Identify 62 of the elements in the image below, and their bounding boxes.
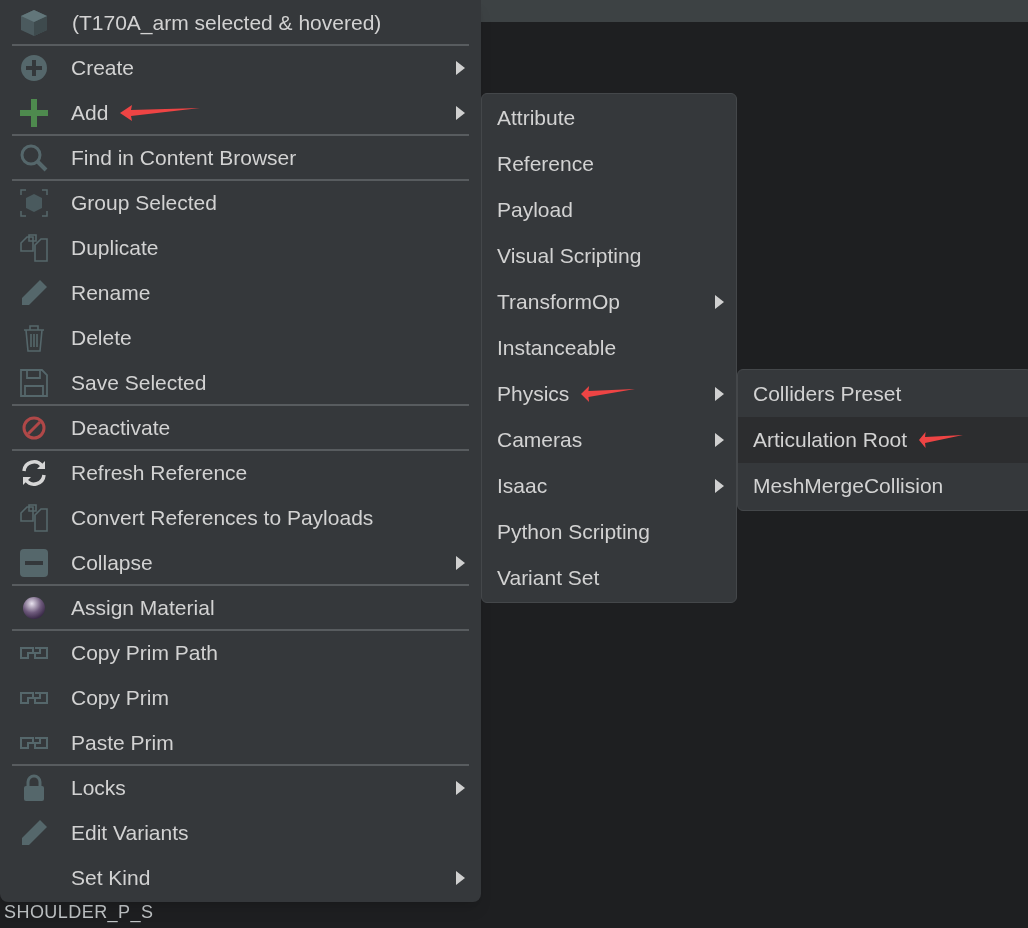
pencil-icon [20, 818, 48, 847]
menu-item[interactable]: Colliders Preset [738, 371, 1028, 417]
menu-item[interactable]: Edit Variants [0, 810, 481, 855]
menu-item[interactable]: Find in Content Browser [0, 135, 481, 180]
menu-item[interactable]: Paste Prim [0, 720, 481, 765]
menu-item[interactable]: Articulation Root [738, 417, 1028, 463]
menu-item[interactable]: Convert References to Payloads [0, 495, 481, 540]
caret-icon [455, 870, 465, 885]
caret-icon [455, 60, 465, 75]
menu-item[interactable]: Copy Prim [0, 675, 481, 720]
group-cube-icon [20, 188, 48, 217]
menu-item[interactable]: Collapse [0, 540, 481, 585]
menu-item[interactable]: Delete [0, 315, 481, 360]
prohibited-icon [22, 415, 46, 440]
menu-item[interactable]: Deactivate [0, 405, 481, 450]
plus-icon [20, 98, 48, 127]
caret-icon [455, 105, 465, 120]
caret-icon [455, 555, 465, 570]
menu-item[interactable]: Assign Material [0, 585, 481, 630]
chain-link-icon [20, 646, 48, 659]
menu-item[interactable]: Save Selected [0, 360, 481, 405]
tree-label: SHOULDER_P_S [4, 903, 154, 921]
menu-item[interactable]: Locks [0, 765, 481, 810]
chain-link-icon [20, 736, 48, 749]
menu-item[interactable]: Copy Prim Path [0, 630, 481, 675]
menu-item[interactable]: Attribute [482, 95, 736, 141]
menu-item[interactable]: Cameras [482, 417, 736, 463]
header-label: (T170A_arm selected & hovered) [72, 9, 382, 37]
menu-item[interactable]: Python Scripting [482, 509, 736, 555]
menu-item[interactable]: Duplicate [0, 225, 481, 270]
menu-item[interactable]: MeshMergeCollision [738, 463, 1028, 509]
padlock-icon [22, 773, 46, 802]
plus-circle-icon [20, 53, 48, 82]
menu-item[interactable]: Reference [482, 141, 736, 187]
chain-link-icon [20, 691, 48, 704]
menu-item[interactable]: Physics [482, 371, 736, 417]
caret-icon [714, 433, 724, 447]
annotation-arrow [919, 432, 964, 448]
pencil-icon [20, 278, 48, 307]
menu-item[interactable]: TransformOp [482, 279, 736, 325]
menu-item[interactable]: Set Kind [0, 855, 481, 900]
search-icon [20, 143, 48, 172]
menu-item[interactable]: Group Selected [0, 180, 481, 225]
copy-pages-icon [20, 503, 48, 532]
cube-icon [20, 8, 48, 37]
copy-pages-icon [20, 233, 48, 262]
minus-square-icon [20, 548, 48, 577]
sphere-icon [22, 595, 46, 620]
caret-icon [455, 780, 465, 795]
menu-item[interactable]: Isaac [482, 463, 736, 509]
menu-item[interactable]: Payload [482, 187, 736, 233]
caret-icon [714, 295, 724, 309]
refresh-icon [20, 458, 48, 487]
caret-icon [714, 479, 724, 493]
menu-item[interactable]: Variant Set [482, 555, 736, 601]
menu-item[interactable]: Refresh Reference [0, 450, 481, 495]
menu-item[interactable]: Instanceable [482, 325, 736, 371]
caret-icon [714, 387, 724, 401]
menu-item[interactable]: Create [0, 45, 481, 90]
menu-item[interactable]: Visual Scripting [482, 233, 736, 279]
menu-item[interactable]: Add [0, 90, 481, 135]
menu-item[interactable]: Rename [0, 270, 481, 315]
